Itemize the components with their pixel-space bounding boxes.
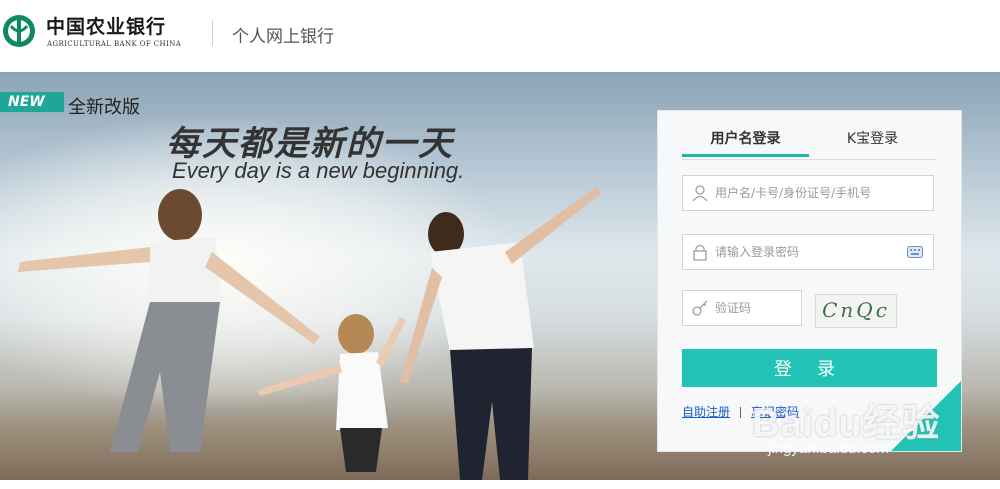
captcha-field[interactable] (682, 290, 802, 326)
lock-icon (693, 244, 707, 261)
username-input[interactable] (715, 176, 895, 210)
mother-figure (18, 189, 320, 452)
password-input[interactable] (715, 235, 895, 269)
tab-kbao-login[interactable]: K宝登录 (809, 125, 936, 157)
new-badge-label: 全新改版 (68, 97, 140, 118)
new-badge: NEW (0, 92, 64, 112)
watermark-url: jingyan.baidu.com (768, 440, 889, 457)
abc-logo-icon[interactable] (2, 14, 36, 48)
brand-name-cn: 中国农业银行 (46, 16, 167, 38)
watermark-logo: Baidu经验 (752, 403, 941, 445)
brand-name-en: AGRICULTURAL BANK OF CHINA (47, 40, 182, 48)
father-figure (400, 187, 600, 480)
footer-strip (0, 480, 1000, 489)
username-field[interactable] (682, 175, 934, 211)
login-tabs: 用户名登录 K宝登录 (682, 125, 936, 160)
header-divider (212, 20, 213, 46)
captcha-input[interactable] (715, 291, 795, 325)
register-link[interactable]: 自助注册 (682, 405, 730, 419)
tab-username-login[interactable]: 用户名登录 (682, 125, 809, 157)
password-field[interactable] (682, 234, 934, 270)
captcha-image[interactable]: CnQc (815, 294, 897, 328)
slogan-en: Every day is a new beginning. (172, 158, 465, 183)
key-icon (692, 300, 708, 316)
child-figure (258, 314, 406, 472)
keyboard-icon[interactable] (907, 246, 923, 258)
link-separator (740, 407, 742, 418)
product-title: 个人网上银行 (232, 27, 334, 47)
user-icon (692, 185, 708, 202)
site-header: 中国农业银行 AGRICULTURAL BANK OF CHINA 个人网上银行 (0, 0, 1000, 72)
